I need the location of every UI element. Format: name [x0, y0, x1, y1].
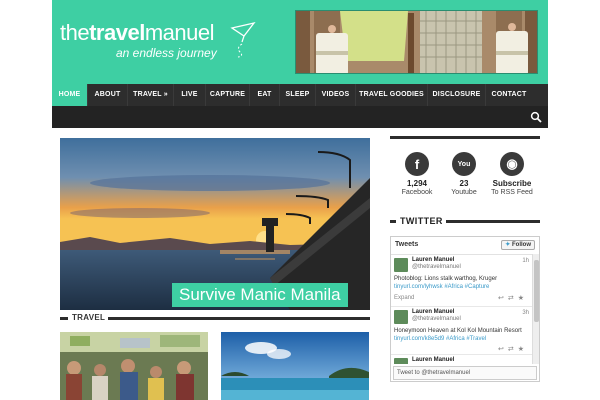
tweet-body: Photoblog: Lions stalk warthog, Kruger [394, 276, 498, 282]
tweet-time[interactable]: 1h [522, 258, 529, 264]
nav-item-sleep[interactable]: SLEEP [280, 84, 316, 106]
beach-island-photo [221, 332, 369, 400]
twitter-divider-left [390, 220, 396, 223]
social-facebook[interactable]: f 1,294 Facebook [390, 152, 444, 196]
avatar[interactable] [394, 358, 408, 364]
nav-item-contact[interactable]: CONTACT [486, 84, 532, 106]
retweet-icon[interactable]: ⇄ [508, 346, 518, 353]
twitter-bird-icon: ✦ [505, 242, 511, 248]
tweet-author[interactable]: Lauren Manuel [412, 357, 454, 363]
facebook-count: 1,294 [406, 179, 428, 188]
tweet-item[interactable]: Lauren Manuel [391, 355, 532, 364]
tweet-item[interactable]: Lauren Manuel @thetravelmanuel 3h Honeym… [391, 307, 532, 355]
section-title-travel[interactable]: TRAVEL [72, 313, 105, 322]
avatar[interactable] [394, 310, 408, 324]
tweet-handle[interactable]: @thetravelmanuel [412, 316, 461, 322]
tweet-body: Honeymoon Heaven at Kol Kol Mountain Res… [394, 328, 522, 334]
twitter-heading: TWITTER [400, 216, 443, 226]
tweet-link[interactable]: tinyurl.com/lyhwsk #Africa #Capture [394, 284, 489, 290]
featured-caption[interactable]: Survive Manic Manila [172, 283, 348, 307]
social-youtube[interactable]: You 23 Youtube [437, 152, 491, 196]
avatar[interactable] [394, 258, 408, 272]
twitter-divider-right [446, 220, 540, 223]
nav-item-capture[interactable]: CAPTURE [206, 84, 250, 106]
nav-item-travel-goodies[interactable]: TRAVEL GOODIES [356, 84, 428, 106]
tweet-actions: ↩⇄★ [498, 345, 528, 353]
reply-icon[interactable]: ↩ [498, 346, 508, 353]
post-thumbnail-market[interactable] [60, 332, 208, 400]
twitter-widget-title[interactable]: Tweets [395, 241, 418, 248]
youtube-icon: You [452, 152, 476, 176]
header-photo [295, 10, 538, 74]
tweet-list-scrollbar[interactable] [532, 254, 539, 364]
nav-item-disclosure[interactable]: DISCLOSURE [428, 84, 486, 106]
couple-with-suitcases-photo [296, 11, 537, 73]
logo-tagline: an endless journey [116, 46, 217, 60]
main-navigation: HOME ABOUT TRAVEL » LIVE CAPTURE EAT SLE… [52, 84, 548, 106]
scrollbar-thumb[interactable] [534, 260, 539, 322]
twitter-widget: Tweets ✦ Follow Lauren Manuel @thetravel… [390, 236, 540, 382]
nav-item-home[interactable]: HOME [52, 84, 88, 106]
nav-item-eat[interactable]: EAT [250, 84, 280, 106]
search-bar [52, 106, 548, 128]
nav-item-videos[interactable]: VIDEOS [316, 84, 356, 106]
post-thumbnail-beach[interactable] [221, 332, 369, 400]
tweet-author[interactable]: Lauren Manuel [412, 257, 454, 263]
market-crowd-photo [60, 332, 208, 400]
rss-label: To RSS Feed [491, 189, 533, 196]
twitter-follow-button[interactable]: ✦ Follow [501, 240, 535, 250]
rss-icon: ◉ [500, 152, 524, 176]
featured-post[interactable]: Survive Manic Manila [60, 138, 370, 310]
tweet-text: Honeymoon Heaven at Kol Kol Mountain Res… [394, 327, 529, 343]
tweet-author[interactable]: Lauren Manuel [412, 309, 454, 315]
twitter-follow-label: Follow [512, 242, 531, 248]
tweet-actions: ↩⇄★ [498, 294, 528, 302]
youtube-label: Youtube [451, 189, 477, 196]
logo-title: thetravelmanuel [60, 20, 214, 45]
site-header: thetravelmanuel an endless journey [52, 0, 548, 84]
paper-plane-icon [230, 22, 256, 58]
tweet-link[interactable]: tinyurl.com/k8e5d9 #Africa #Travel [394, 336, 486, 342]
nav-item-about[interactable]: ABOUT [88, 84, 128, 106]
sidebar-divider [390, 136, 540, 139]
tweet-expand[interactable]: Expand [394, 295, 414, 301]
section-divider-left [60, 317, 68, 320]
tweet-item[interactable]: Lauren Manuel @thetravelmanuel 1h Photob… [391, 255, 532, 307]
tweet-to-input[interactable]: Tweet to @thetravelmanuel [393, 366, 537, 380]
retweet-icon[interactable]: ⇄ [508, 295, 518, 302]
nav-item-live[interactable]: LIVE [174, 84, 206, 106]
tweet-text: Photoblog: Lions stalk warthog, Kruger t… [394, 275, 529, 291]
facebook-icon: f [405, 152, 429, 176]
search-icon[interactable] [530, 111, 542, 123]
site-logo[interactable]: thetravelmanuel an endless journey [60, 20, 256, 70]
social-rss[interactable]: ◉ Subscribe To RSS Feed [485, 152, 539, 196]
youtube-count: 23 [459, 179, 469, 188]
section-divider-right [108, 317, 370, 320]
nav-item-travel[interactable]: TRAVEL » [128, 84, 174, 106]
tweet-list[interactable]: Lauren Manuel @thetravelmanuel 1h Photob… [391, 254, 539, 364]
reply-icon[interactable]: ↩ [498, 295, 508, 302]
tweet-time[interactable]: 3h [522, 310, 529, 316]
page: thetravelmanuel an endless journey HOME … [0, 0, 600, 400]
rss-count: Subscribe [492, 179, 532, 188]
favorite-icon[interactable]: ★ [518, 346, 528, 353]
facebook-label: Facebook [401, 189, 433, 196]
favorite-icon[interactable]: ★ [518, 295, 528, 302]
tweet-handle[interactable]: @thetravelmanuel [412, 264, 461, 270]
